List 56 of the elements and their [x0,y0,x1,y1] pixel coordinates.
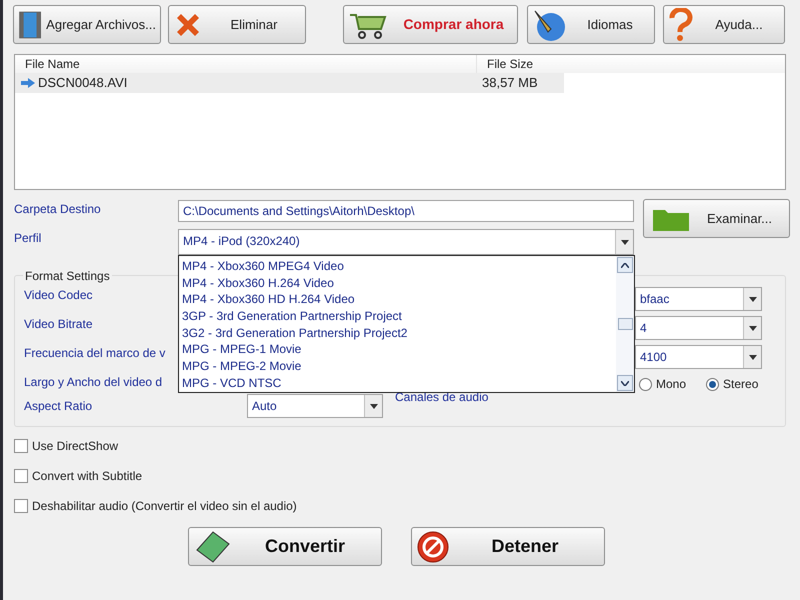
field-label: Perfil [14,230,42,247]
profile-dropdown[interactable]: MP4 - iPod (320x240) [178,229,634,255]
column-header[interactable]: File Name [15,55,476,73]
scroll-thumb[interactable] [618,318,632,330]
toolbar-button[interactable]: Agregar Archivos... [13,5,161,44]
dropdown-arrow-icon [748,354,756,360]
radio-button[interactable] [706,378,720,390]
setting-label: Frecuencia del marco de v [24,345,166,362]
profile-option[interactable]: MP4 - Xbox360 HD H.264 Video [179,291,616,308]
audio-dropdown[interactable]: 4100 [635,345,762,369]
setting-label: Video Codec [24,287,94,304]
setting-label: Canales de audio [395,389,488,406]
profile-option[interactable]: 3GP - 3rd Generation Partnership Project [179,308,616,325]
stop-icon [416,530,450,564]
checkbox[interactable] [14,499,28,513]
file-size: 38,57 MB [481,74,538,92]
toolbar-button[interactable]: Eliminar [168,5,306,44]
profile-option[interactable]: MP4 - Xbox360 H.264 Video [179,274,616,292]
audio-dropdown[interactable]: bfaac [635,287,762,311]
setting-label: Largo y Ancho del video d [24,374,164,391]
arrow-icon [21,78,35,88]
browse-button[interactable]: Examinar... [643,199,790,238]
field-label: Carpeta Destino [14,201,102,218]
profile-option[interactable]: MP4 - Xbox360 MPEG4 Video [179,258,616,275]
scroll-down-icon [621,380,629,386]
question-mark-icon [668,8,694,42]
profile-option[interactable]: MPG - MPEG-2 Movie [179,358,616,375]
dropdown-arrow-icon [620,240,628,244]
profile-option[interactable]: MPG - MPEG-1 Movie [179,341,616,358]
action-button[interactable]: Detener [411,527,605,566]
folder-field[interactable]: C:\Documents and Settings\Aitorh\Desktop\ [178,200,634,222]
toolbar-button[interactable]: Comprar ahora [343,5,518,44]
aspect-ratio-dropdown[interactable]: Auto [247,394,383,418]
action-button[interactable]: Convertir [188,527,382,566]
profile-option[interactable]: 3G2 - 3rd Generation Partnership Project2 [179,324,616,342]
dropdown-arrow-icon [748,326,756,330]
file-row[interactable]: DSCN0048.AVI 38,57 MB [15,73,564,93]
checkbox-label: Convert with Subtitle [32,468,142,485]
scroll-up-icon [621,262,629,268]
radio-label: Mono [656,376,686,393]
toolbar-button[interactable]: Ayuda... [663,5,785,44]
toolbar-button[interactable]: Idiomas [527,5,655,44]
profile-option[interactable]: MPG - VCD NTSC [179,374,616,392]
file-name: DSCN0048.AVI [37,74,128,92]
checkbox[interactable] [14,469,28,483]
scrollbar[interactable] [616,256,634,392]
checkbox[interactable] [14,439,28,453]
radio-label: Stereo [723,376,758,393]
checkbox-label: Use DirectShow [32,438,118,455]
setting-label: Video Bitrate [24,316,94,333]
radio-button[interactable] [639,378,652,390]
dropdown-arrow-icon [748,296,756,302]
dropdown-arrow-icon [370,404,378,408]
audio-dropdown[interactable]: 4 [635,316,762,340]
checkbox-label: Deshabilitar audio (Convertir el video sin el audio) [32,498,297,515]
setting-label: Aspect Ratio [24,398,94,415]
